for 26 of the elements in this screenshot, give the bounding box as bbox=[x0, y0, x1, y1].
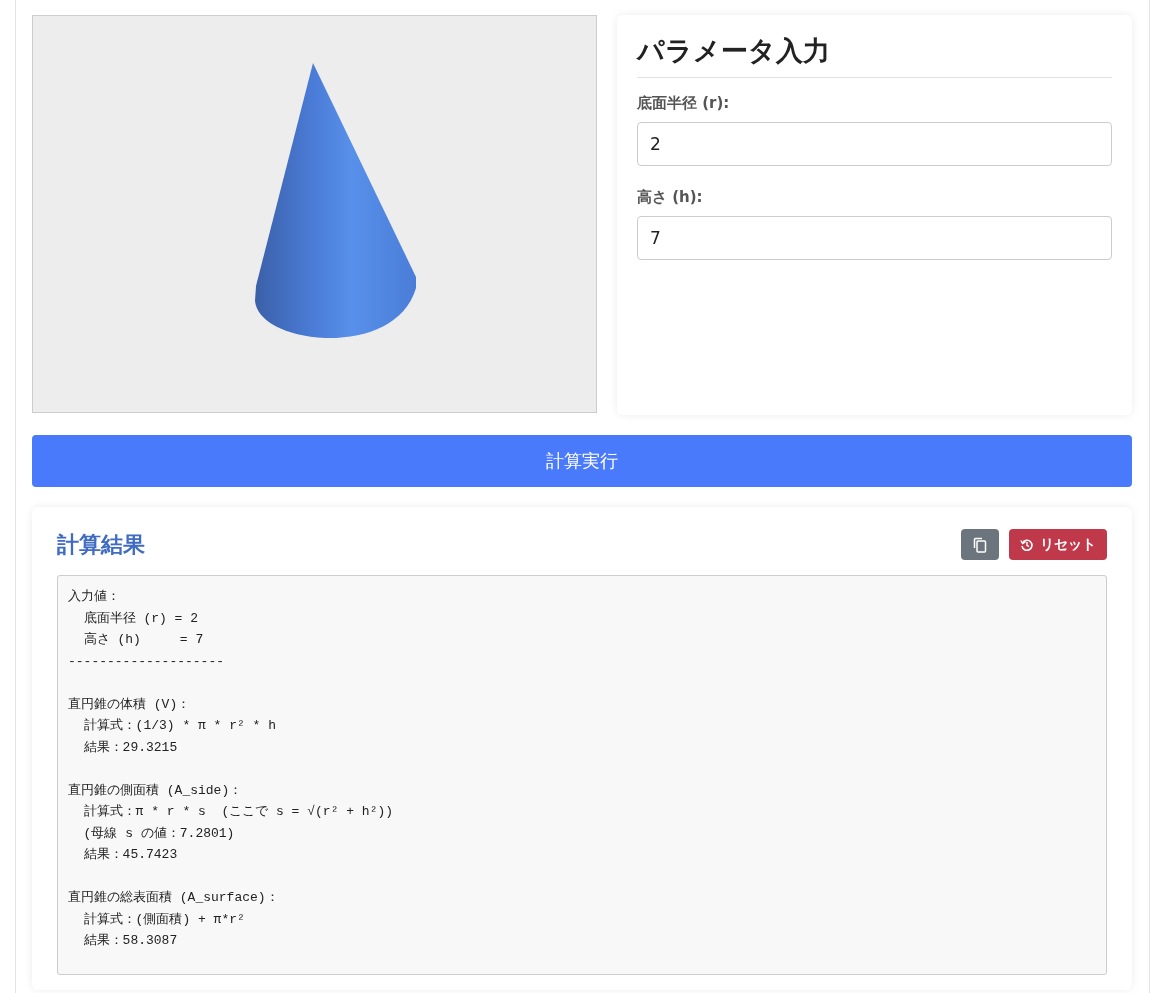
result-line: 計算式：π * r * s (ここで s = √(r² + h²)) bbox=[82, 803, 394, 821]
3d-viewer[interactable] bbox=[32, 15, 597, 413]
field-label: 高さ (h): bbox=[637, 188, 704, 207]
field-label: 底面半径 (r): bbox=[637, 94, 731, 113]
result-line: 計算式：(1/3) * π * r² * h bbox=[82, 717, 277, 735]
result-line: 底面半径 (r) = 2 bbox=[82, 609, 198, 628]
result-line: 結果：45.7423 bbox=[82, 846, 178, 864]
reset-button[interactable]: リセット bbox=[1009, 529, 1107, 560]
result-line: -------------------- bbox=[68, 652, 225, 671]
result-line: 直円錐の側面積 (A_side)： bbox=[68, 781, 243, 800]
calculate-button[interactable]: 計算実行 bbox=[32, 435, 1132, 487]
history-icon bbox=[1020, 537, 1034, 552]
input-field[interactable]: 2 bbox=[637, 122, 1112, 166]
input-field[interactable]: 7 bbox=[637, 216, 1112, 260]
copy-icon bbox=[973, 536, 987, 553]
result-line: 高さ (h) = 7 bbox=[82, 631, 204, 649]
result-line: 結果：29.3215 bbox=[82, 738, 178, 757]
results-title: 計算結果 bbox=[57, 530, 145, 559]
result-line: 入力値： bbox=[68, 588, 120, 606]
copy-button[interactable] bbox=[961, 529, 999, 560]
result-line: 直円錐の総表面積 (A_surface)： bbox=[68, 889, 279, 907]
result-line: 計算式：(側面積) + π*r² bbox=[82, 910, 245, 929]
parameters-title: パラメータ入力 bbox=[637, 34, 831, 68]
result-line: 直円錐の体積 (V)： bbox=[68, 695, 191, 714]
result-line: 結果：58.3087 bbox=[82, 932, 178, 950]
result-line: (母線 s の値：7.2801) bbox=[82, 824, 235, 843]
